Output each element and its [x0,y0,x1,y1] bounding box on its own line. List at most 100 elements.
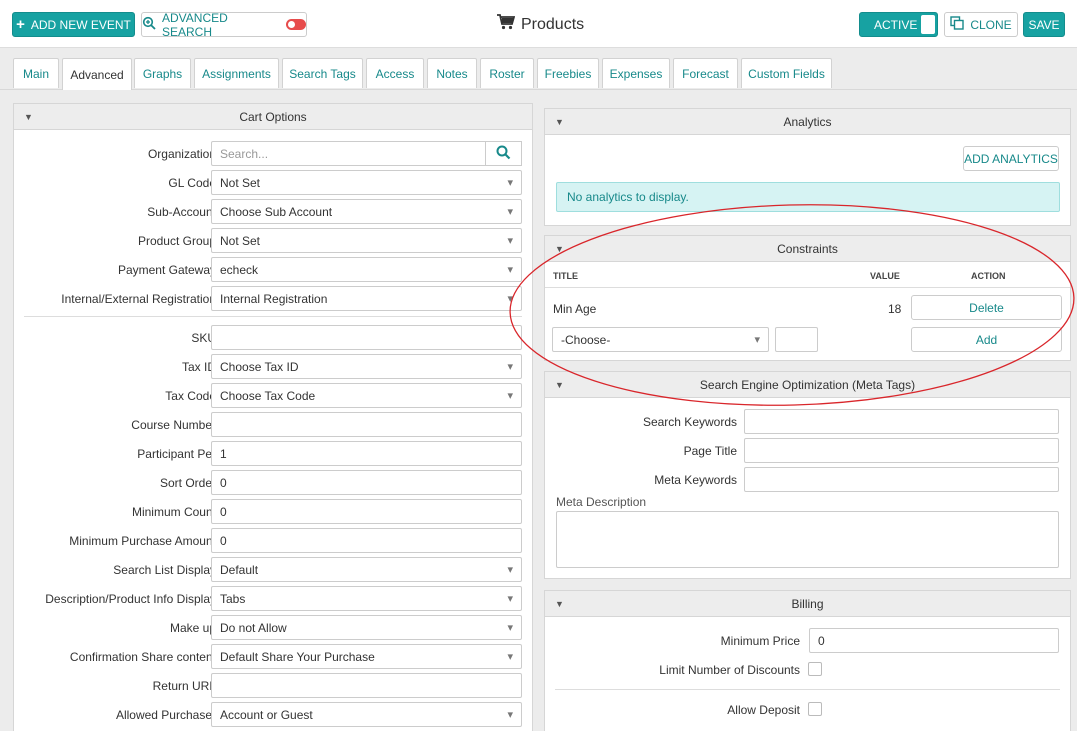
sort-order-input[interactable]: 0 [211,470,522,495]
save-label: SAVE [1028,17,1060,32]
search-keywords-input[interactable] [744,409,1059,434]
course-number-row: Course Number [14,412,532,438]
minimum-price-label: Minimum Price [720,634,800,648]
col-title: TITLE [553,271,578,281]
minimum-price-input[interactable]: 0 [809,628,1059,653]
tab-custom-fields[interactable]: Custom Fields [741,58,832,88]
tab-label: Roster [489,66,525,81]
constraint-choose-select[interactable]: -Choose- ▾ [552,327,769,352]
tab-access[interactable]: Access [366,58,424,88]
analytics-header[interactable]: ▼ Analytics [545,109,1070,135]
tab-roster[interactable]: Roster [480,58,534,88]
course-number-input[interactable] [211,412,522,437]
return-url-input[interactable] [211,673,522,698]
collapse-caret-icon[interactable]: ▼ [555,380,564,390]
tab-label: Search Tags [289,66,356,81]
meta-keywords-input[interactable] [744,467,1059,492]
meta-description-label: Meta Description [556,495,647,509]
tab-freebies[interactable]: Freebies [537,58,599,88]
constraints-header[interactable]: ▼ Constraints [545,236,1070,262]
internal-external-registration-value: Internal Registration [220,292,328,306]
sub-account-label: Sub-Account [147,205,216,219]
tab-advanced[interactable]: Advanced [62,58,132,91]
advanced-search-button[interactable]: ADVANCED SEARCH [141,11,307,39]
collapse-caret-icon[interactable]: ▼ [24,112,33,122]
payment-gateway-row: Payment Gateway echeck [14,257,532,283]
add-constraint-button[interactable]: Add [911,327,1062,352]
tab-graphs[interactable]: Graphs [134,58,191,88]
add-analytics-label: ADD ANALYTICS [964,151,1058,166]
clone-button[interactable]: CLONE [944,12,1018,37]
payment-gateway-select[interactable]: echeck [211,257,522,282]
limit-discounts-checkbox[interactable] [808,662,822,676]
minimum-purchase-amount-input[interactable]: 0 [211,528,522,553]
meta-description-textarea[interactable] [556,511,1059,568]
delete-label: Delete [969,300,1004,315]
tab-forecast[interactable]: Forecast [673,58,738,88]
delete-constraint-button[interactable]: Delete [911,295,1062,320]
minimum-count-row: Minimum Count 0 [14,499,532,525]
participant-per-row: Participant Per 1 [14,441,532,467]
sub-account-row: Sub-Account Choose Sub Account [14,199,532,225]
chevron-down-icon: ▾ [754,334,760,346]
choose-placeholder: -Choose- [561,333,611,347]
tab-main[interactable]: Main [13,58,59,88]
organization-search-input[interactable]: Search... [211,141,487,166]
search-list-display-select[interactable]: Default [211,557,522,582]
tab-notes[interactable]: Notes [427,58,477,88]
collapse-caret-icon[interactable]: ▼ [555,244,564,254]
allowed-purchaser-label: Allowed Purchaser [115,708,216,722]
tab-label: Advanced [70,68,124,82]
tax-id-value: Choose Tax ID [220,360,299,374]
minimum-count-input[interactable]: 0 [211,499,522,524]
internal-external-registration-select[interactable]: Internal Registration [211,286,522,311]
sub-account-select[interactable]: Choose Sub Account [211,199,522,224]
make-up-row: Make up Do not Allow [14,615,532,641]
tab-label: Main [22,66,49,81]
constraint-value-input[interactable] [775,327,818,352]
tax-id-select[interactable]: Choose Tax ID [211,354,522,379]
search-list-display-label: Search List Display [113,563,216,577]
tab-bar: Main Advanced Graphs Assignments Search … [0,48,1077,91]
panel-title: Search Engine Optimization (Meta Tags) [699,377,916,392]
product-group-select[interactable]: Not Set [211,228,522,253]
description-product-info-display-label: Description/Product Info Display [45,592,216,606]
add-analytics-button[interactable]: ADD ANALYTICS [963,146,1059,171]
add-new-event-button[interactable]: + ADD NEW EVENT [12,12,135,37]
confirmation-share-content-select[interactable]: Default Share Your Purchase [211,644,522,669]
organization-search-button[interactable] [485,141,522,166]
sort-order-value: 0 [220,476,227,490]
make-up-select[interactable]: Do not Allow [211,615,522,640]
participant-per-label: Participant Per [137,447,216,461]
active-toggle[interactable]: ACTIVE [859,12,938,37]
tab-assignments[interactable]: Assignments [194,58,279,88]
tab-search-tags[interactable]: Search Tags [282,58,363,88]
analytics-panel: ▼ Analytics ADD ANALYTICS No analytics t… [544,108,1071,226]
cart-icon [497,14,516,35]
sku-input[interactable] [211,325,522,350]
collapse-caret-icon[interactable]: ▼ [555,599,564,609]
participant-per-input[interactable]: 1 [211,441,522,466]
seo-header[interactable]: ▼ Search Engine Optimization (Meta Tags) [545,372,1070,398]
collapse-caret-icon[interactable]: ▼ [555,117,564,127]
tab-expenses[interactable]: Expenses [602,58,670,88]
product-group-row: Product Group Not Set [14,228,532,254]
cart-options-header[interactable]: ▼ Cart Options [14,104,532,130]
tax-code-select[interactable]: Choose Tax Code [211,383,522,408]
organization-placeholder: Search... [220,147,269,161]
confirmation-share-content-row: Confirmation Share content Default Share … [14,644,532,670]
save-button[interactable]: SAVE [1023,12,1065,37]
page-title-input[interactable] [744,438,1059,463]
description-product-info-display-select[interactable]: Tabs [211,586,522,611]
active-toggle-knob [921,15,935,34]
panel-title: Cart Options [239,109,307,124]
advanced-search-toggle[interactable] [286,19,306,30]
clone-icon [950,16,965,33]
allow-deposit-checkbox[interactable] [808,702,822,716]
tab-label: Access [375,66,415,81]
allowed-purchaser-select[interactable]: Account or Guest [211,702,522,727]
clone-label: CLONE [970,17,1012,32]
gl-code-select[interactable]: Not Set [211,170,522,195]
seo-panel: ▼ Search Engine Optimization (Meta Tags)… [544,371,1071,579]
billing-header[interactable]: ▼ Billing [545,591,1070,617]
